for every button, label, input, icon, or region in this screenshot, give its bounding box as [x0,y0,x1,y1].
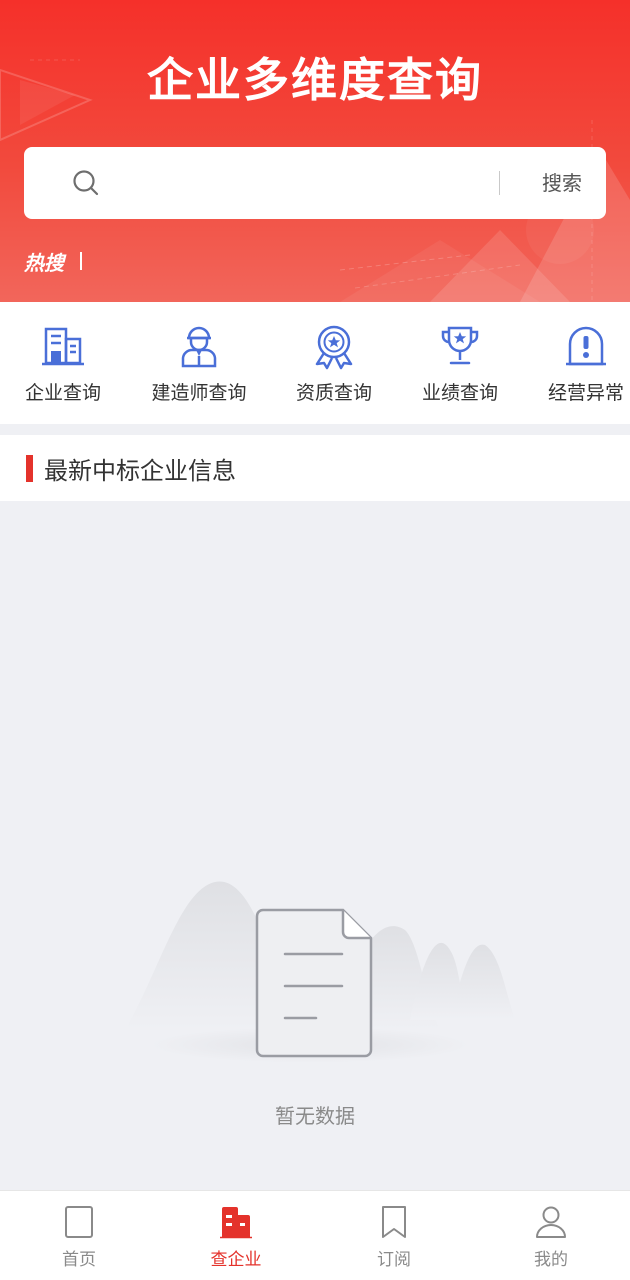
category-performance-search[interactable]: 业绩查询 [405,302,515,424]
header-banner: 企业多维度查询 搜索 热搜 [0,0,630,302]
trophy-icon [441,326,479,365]
category-company-search[interactable]: 企业查询 [8,302,118,424]
tab-label: 查企业 [210,1250,262,1270]
award-badge-icon [315,325,353,370]
category-row: 企业查询 建造师查询 资质查询 业绩查询 经营异常 [0,302,630,424]
tab-home[interactable]: 首页 [19,1191,139,1280]
company-search-icon [220,1207,252,1239]
page-title: 企业多维度查询 [147,53,483,107]
category-abnormal-operation[interactable]: 经营异常 [531,302,630,424]
section-accent-bar [26,455,33,482]
category-label: 资质查询 [295,382,372,404]
home-square-icon [65,1206,93,1238]
search-divider [499,171,500,195]
tab-company-search[interactable]: 查企业 [176,1191,296,1280]
alert-tombstone-icon [566,326,606,366]
search-bar[interactable]: 搜索 [24,147,606,219]
bottom-tab-bar: 首页 查企业 订阅 我的 [0,1190,630,1280]
category-builder-search[interactable]: 建造师查询 [144,302,254,424]
category-label: 业绩查询 [421,382,498,404]
section-title: 最新中标企业信息 [44,457,236,485]
hot-search-cursor [80,252,82,270]
tab-label: 首页 [62,1250,96,1270]
tab-mine[interactable]: 我的 [491,1191,611,1280]
tab-label: 订阅 [377,1250,411,1270]
search-input[interactable] [116,163,506,203]
category-label: 经营异常 [547,382,624,404]
category-label: 企业查询 [24,382,101,404]
user-icon [536,1206,566,1238]
building-icon [42,327,84,366]
category-qualification-search[interactable]: 资质查询 [279,302,389,424]
search-icon [73,170,99,196]
empty-document-icon [125,881,515,1063]
tab-subscribe[interactable]: 订阅 [334,1191,454,1280]
category-label: 建造师查询 [151,382,247,404]
empty-state-text: 暂无数据 [275,1104,355,1128]
section-header: 最新中标企业信息 [0,435,630,501]
hot-search-label: 热搜 [24,251,64,275]
builder-person-icon [181,326,217,368]
bookmark-icon [382,1206,406,1238]
search-button[interactable]: 搜索 [524,165,600,201]
tab-label: 我的 [534,1250,568,1270]
